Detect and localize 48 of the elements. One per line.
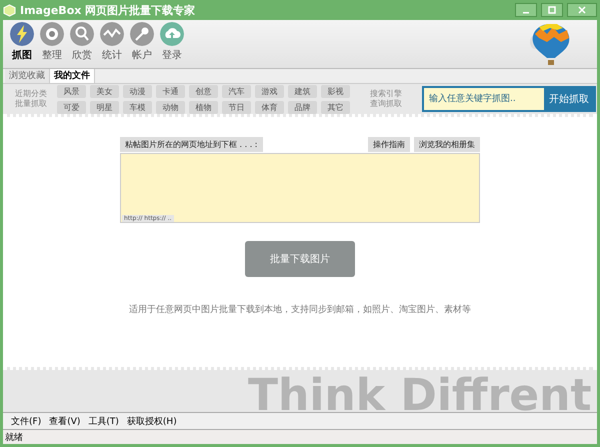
search-field[interactable]: 输入任意关键字抓图.. [424, 88, 544, 110]
category-tag[interactable]: 节日 [222, 100, 251, 114]
category-tag[interactable]: 风景 [57, 84, 86, 98]
category-tag[interactable]: 卡通 [156, 84, 185, 98]
caption-text: 批量抓取 [15, 99, 47, 109]
menu-item[interactable]: 查看(V) [49, 414, 80, 428]
tab[interactable]: 浏览收藏 [5, 68, 49, 83]
url-label: 粘帖图片所在的网页地址到下框 . . . : [120, 137, 262, 152]
description-text: 适用于任意网页中图片批量下载到本地，支持同步到邮箱，如照片、淘宝图片、素材等 [129, 304, 471, 316]
menu-item[interactable]: 工具(T) [88, 414, 119, 428]
category-tag[interactable]: 明星 [90, 100, 119, 114]
status-text: 就绪 [5, 432, 23, 444]
menu-item[interactable]: 获取授权(H) [126, 414, 177, 428]
category-tag[interactable]: 动漫 [123, 84, 152, 98]
cube-icon [3, 4, 16, 16]
category-tag[interactable]: 体育 [255, 100, 284, 114]
download-button[interactable]: 批量下载图片 [245, 241, 355, 277]
toolbar-button[interactable]: 抓图 [9, 22, 35, 62]
maximize-icon [548, 6, 556, 14]
window-title: ImageBox 网页图片批量下载专家 [20, 2, 196, 18]
menu-item[interactable]: 文件(F) [11, 414, 42, 428]
toolbar-button[interactable]: 整理 [39, 22, 65, 62]
category-tag[interactable]: 游戏 [255, 84, 284, 98]
category-tag[interactable]: 其它 [321, 100, 350, 114]
category-tag[interactable]: 建筑 [288, 84, 317, 98]
start-button[interactable]: 开始抓取 [544, 88, 594, 110]
minimize-button[interactable] [515, 3, 537, 17]
category-tag[interactable]: 汽车 [222, 84, 251, 98]
caption-text: 近期分类 [15, 89, 47, 99]
category-tag[interactable]: 车模 [123, 100, 152, 114]
toolbar-button[interactable]: 帐户 [129, 22, 155, 62]
maximize-button[interactable] [541, 3, 563, 17]
close-button[interactable] [567, 3, 597, 17]
category-tag[interactable]: 影视 [321, 84, 350, 98]
category-tag[interactable]: 创意 [189, 84, 218, 98]
category-tag[interactable]: 可爱 [57, 100, 86, 114]
category-tag[interactable]: 动物 [156, 100, 185, 114]
category-tag[interactable]: 美女 [90, 84, 119, 98]
close-icon [578, 6, 586, 14]
category-tag[interactable]: 植物 [189, 100, 218, 114]
category-tag[interactable]: 品牌 [288, 100, 317, 114]
link-button[interactable]: 浏览我的相册集 [414, 137, 480, 152]
toolbar-button[interactable]: 登录 [159, 22, 185, 62]
caption-text: 查询抓取 [370, 99, 402, 109]
link-button[interactable]: 操作指南 [368, 137, 410, 152]
caption-text: 搜索引擎 [370, 89, 402, 99]
toolbar-button[interactable]: 欣赏 [69, 22, 95, 62]
toolbar-button[interactable]: 统计 [99, 22, 125, 62]
